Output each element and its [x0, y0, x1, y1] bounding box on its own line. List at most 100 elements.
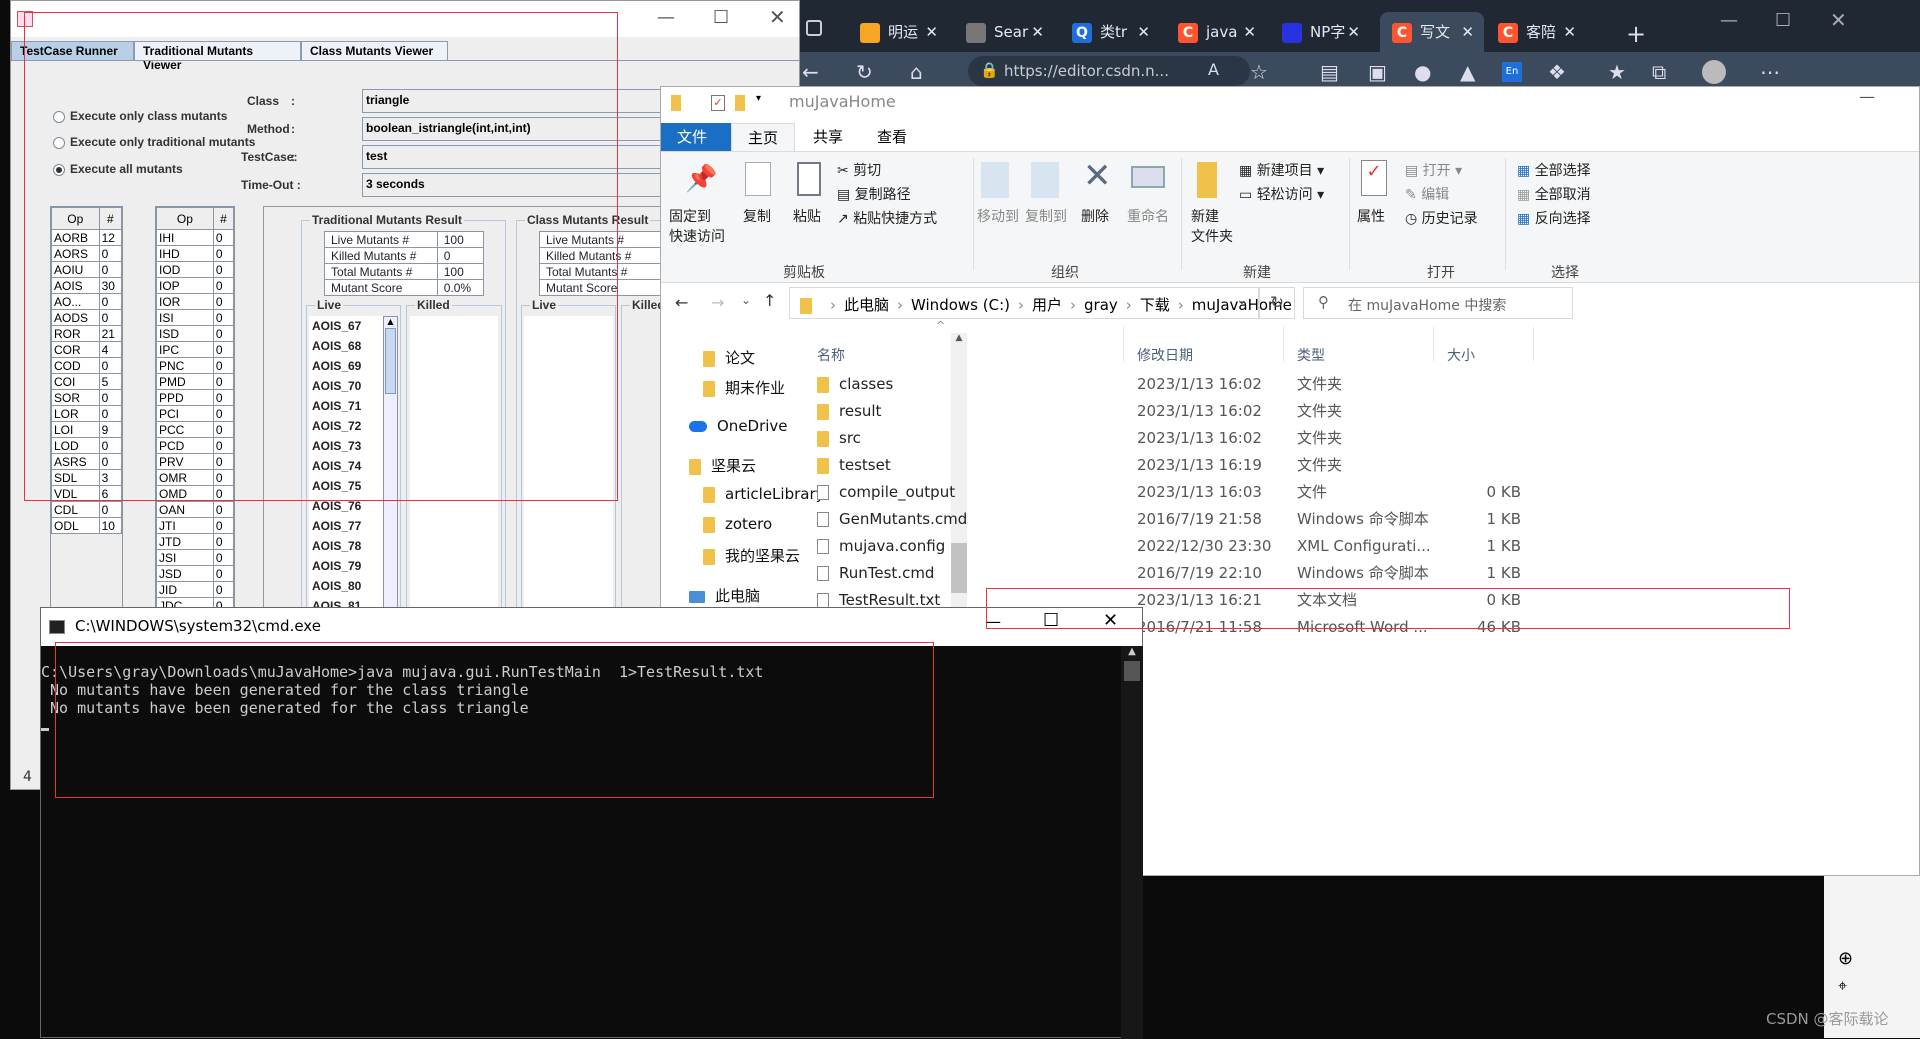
copy-to-button[interactable]: 复制到: [1025, 206, 1067, 226]
chevron-down-icon[interactable]: ⌄: [1236, 292, 1248, 308]
new-tab-button[interactable]: +: [1626, 20, 1646, 48]
favorites-icon[interactable]: ★: [1608, 60, 1626, 84]
nav-item[interactable]: 论文: [703, 347, 755, 368]
new-item-button[interactable]: ▦ 新建项目 ▾: [1239, 160, 1324, 180]
nav-item[interactable]: 我的坚果云: [703, 545, 800, 566]
select-all-button[interactable]: ▦ 全部选择: [1517, 160, 1591, 180]
close-tab-icon[interactable]: ✕: [1031, 12, 1044, 52]
more-icon[interactable]: ⋯: [1760, 60, 1780, 84]
paste-shortcut-button[interactable]: ↗ 粘贴快捷方式: [837, 208, 937, 228]
file-row[interactable]: src 2023/1/13 16:02 文件夹: [801, 425, 1621, 452]
back-icon[interactable]: ←: [802, 60, 819, 84]
url-text[interactable]: https://editor.csdn.n...: [1004, 62, 1169, 80]
new-folder-button[interactable]: 新建 文件夹: [1191, 206, 1233, 246]
tab-actions-icon[interactable]: [806, 20, 822, 36]
select-none-button[interactable]: ▦ 全部取消: [1517, 184, 1591, 204]
ribbon-tab-share[interactable]: 共享: [797, 123, 859, 151]
file-row[interactable]: testset 2023/1/13 16:19 文件夹: [801, 452, 1621, 479]
properties-quick-icon[interactable]: ✓: [711, 95, 725, 111]
breadcrumb-item[interactable]: 下载: [1140, 296, 1170, 314]
customize-quick-access-icon[interactable]: ▾: [756, 93, 761, 104]
recent-locations-button[interactable]: ⌄: [741, 293, 751, 307]
collections-icon[interactable]: ⧉: [1652, 60, 1666, 84]
expand-icon[interactable]: ⌖: [1838, 976, 1847, 996]
search-input[interactable]: ⚲ 在 muJavaHome 中搜索: [1303, 287, 1573, 319]
nav-item[interactable]: 坚果云: [689, 455, 756, 476]
rename-button[interactable]: 重命名: [1127, 206, 1169, 226]
forward-button[interactable]: →: [711, 293, 724, 312]
nav-item[interactable]: 此电脑: [689, 585, 760, 606]
table-row[interactable]: OAN 0: [156, 501, 235, 518]
table-row[interactable]: JTI 0: [156, 517, 235, 534]
table-row[interactable]: JID 0: [156, 581, 235, 598]
properties-button[interactable]: 属性: [1357, 206, 1385, 226]
browser-tab[interactable]: C 客陪 ✕: [1486, 12, 1586, 52]
translate-icon[interactable]: En: [1502, 62, 1522, 82]
close-button[interactable]: ✕: [1830, 8, 1847, 32]
browser-tab[interactable]: Cjava ✕: [1166, 12, 1266, 52]
copy-path-button[interactable]: ▤ 复制路径: [837, 184, 911, 204]
extension-icon[interactable]: ▤: [1320, 60, 1339, 84]
back-button[interactable]: ←: [675, 293, 688, 312]
file-row[interactable]: RunTest.cmd 2016/7/19 22:10 Windows 命令脚本 1 …: [801, 560, 1621, 587]
breadcrumb-item[interactable]: 此电脑: [844, 296, 889, 314]
nav-item[interactable]: zotero: [703, 515, 772, 533]
ribbon-tab-home[interactable]: 主页: [731, 123, 796, 151]
delete-button[interactable]: 删除: [1081, 206, 1109, 226]
browser-tab[interactable]: 明运 ✕: [848, 12, 948, 52]
favorite-add-icon[interactable]: ☆: [1250, 60, 1268, 84]
browser-tab[interactable]: Q 类tr ✕: [1060, 12, 1160, 52]
file-row[interactable]: result 2023/1/13 16:02 文件夹: [801, 398, 1621, 425]
history-button[interactable]: ◷ 历史记录: [1405, 208, 1478, 228]
locate-icon[interactable]: ⊕: [1838, 948, 1853, 969]
browser-tab[interactable]: C 写文 ✕: [1380, 12, 1484, 52]
file-row[interactable]: GenMutants.cmd 2016/7/19 21:58 Windows 命令脚…: [801, 506, 1621, 533]
ribbon-tab-view[interactable]: 查看: [861, 123, 923, 151]
evernote-icon[interactable]: ●: [1414, 60, 1431, 84]
ribbon-tab-file[interactable]: 文件: [661, 123, 731, 151]
extension-icon[interactable]: ▣: [1368, 60, 1387, 84]
table-row[interactable]: ODL 10: [51, 517, 123, 534]
up-button[interactable]: ↑: [763, 291, 776, 310]
new-folder-quick-icon[interactable]: [735, 95, 745, 111]
home-icon[interactable]: ⌂: [910, 60, 923, 84]
extensions-icon[interactable]: ❖: [1548, 60, 1566, 84]
browser-tab[interactable]: Sear ✕: [954, 12, 1054, 52]
read-aloud-icon[interactable]: A: [1208, 60, 1219, 79]
open-button[interactable]: ▤ 打开 ▾: [1405, 160, 1462, 180]
column-size[interactable]: 大小: [1447, 345, 1475, 365]
table-row[interactable]: JTD 0: [156, 533, 235, 550]
table-row[interactable]: CDL 0: [51, 501, 123, 518]
minimize-button[interactable]: —: [657, 7, 675, 28]
close-tab-icon[interactable]: ✕: [1243, 12, 1256, 52]
browser-tab[interactable]: NP字 ✕: [1270, 12, 1370, 52]
address-bar[interactable]: › 此电脑 › Windows (C:) › 用户 › gray › 下载 › muJavaHome …: [789, 287, 1292, 319]
maximize-button[interactable]: ☐: [713, 7, 729, 28]
qq-icon[interactable]: ▲: [1460, 60, 1475, 84]
nav-item[interactable]: 期末作业: [703, 377, 785, 398]
table-row[interactable]: JSD 0: [156, 565, 235, 582]
pin-quick-access-button[interactable]: 固定到 快速访问: [669, 206, 725, 246]
maximize-button[interactable]: ☐: [1775, 10, 1791, 31]
copy-button[interactable]: 复制: [743, 206, 771, 226]
close-button[interactable]: ✕: [769, 5, 786, 29]
close-tab-icon[interactable]: ✕: [1137, 12, 1150, 52]
paste-button[interactable]: 粘贴: [793, 206, 821, 226]
easy-access-button[interactable]: ▭ 轻松访问 ▾: [1239, 184, 1324, 204]
breadcrumb-item[interactable]: 用户: [1032, 296, 1062, 314]
avatar[interactable]: [1702, 60, 1726, 84]
nav-item[interactable]: OneDrive: [689, 417, 788, 435]
scrollbar[interactable]: ▲: [1121, 646, 1143, 1039]
move-to-button[interactable]: 移动到: [977, 206, 1019, 226]
column-date[interactable]: 修改日期: [1137, 345, 1193, 365]
file-row[interactable]: classes 2023/1/13 16:02 文件夹: [801, 371, 1621, 398]
edit-button[interactable]: ✎ 编辑: [1405, 184, 1449, 204]
table-row[interactable]: JSI 0: [156, 549, 235, 566]
file-row[interactable]: compile_output 2023/1/13 16:03 文件 0 KB: [801, 479, 1621, 506]
close-tab-icon[interactable]: ✕: [1461, 12, 1474, 52]
breadcrumb-item[interactable]: gray: [1084, 296, 1118, 314]
refresh-button[interactable]: ↻: [1259, 287, 1295, 319]
minimize-button[interactable]: —: [1859, 87, 1875, 106]
cut-button[interactable]: ✂ 剪切: [837, 160, 881, 180]
column-type[interactable]: 类型: [1297, 345, 1325, 365]
